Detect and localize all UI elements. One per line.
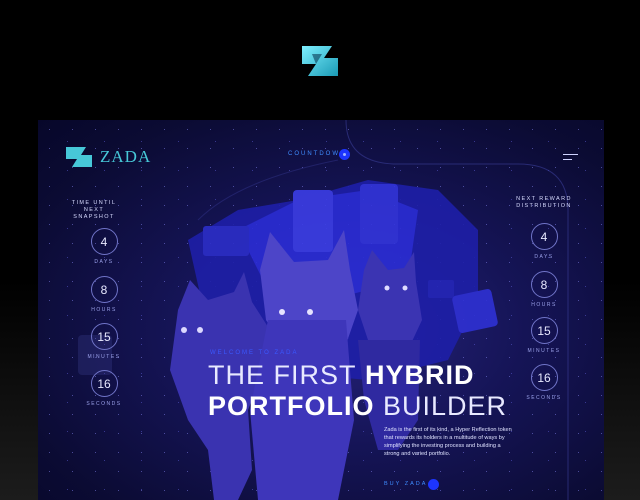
brand-name: ZADA: [100, 147, 152, 166]
right-timer-days: 4 DAYS: [516, 223, 572, 260]
timer-value: 4: [90, 228, 118, 255]
buy-zada-button[interactable]: [428, 479, 439, 490]
timer-value: 15: [90, 323, 118, 350]
hero-welcome: WELCOME TO ZADA: [210, 350, 299, 356]
hero-title-line-2: PORTFOLIO BUILDER: [208, 391, 507, 422]
left-timer-seconds: 16 SECONDS: [76, 370, 132, 407]
right-timer-hours: 8 HOURS: [516, 271, 572, 308]
brand-logo[interactable]: ZADA: [64, 145, 151, 169]
hero-title-bold: HYBRID: [365, 360, 475, 390]
right-timer-minutes: 15 MINUTES: [516, 317, 572, 354]
timer-value: 15: [530, 317, 558, 344]
hero-description: Zada is the first of its kind, a Hyper R…: [384, 427, 512, 457]
timer-value: 8: [90, 276, 118, 303]
hero-title-light: BUILDER: [383, 391, 508, 421]
hero-title-light: THE FIRST: [208, 360, 357, 390]
timer-label: HOURS: [91, 307, 117, 313]
zada-logo-icon: [302, 46, 338, 76]
timer-value: 8: [530, 271, 558, 298]
left-timer-days: 4 DAYS: [76, 228, 132, 265]
zada-mark-icon: [66, 147, 92, 167]
timer-label: MINUTES: [87, 354, 121, 360]
timer-label: HOURS: [531, 302, 557, 308]
hero-title-line-1: THE FIRST HYBRID: [208, 360, 475, 391]
hero-title-bold: PORTFOLIO: [208, 391, 375, 421]
right-panel-title: NEXT REWARD DISTRIBUTION: [516, 196, 572, 209]
left-panel-title: TIME UNTIL NEXT SNAPSHOT: [71, 200, 117, 220]
countdown-button[interactable]: [339, 149, 350, 160]
timer-value: 16: [530, 364, 558, 391]
timer-label: DAYS: [94, 259, 114, 265]
timer-label: DAYS: [534, 254, 554, 260]
website-frame: ZADA COUNTDOWN TIME UNTIL NEXT SNAPSHOT …: [38, 120, 604, 500]
buy-zada-link[interactable]: BUY ZADA: [384, 481, 427, 487]
nav-countdown-link[interactable]: COUNTDOWN: [288, 151, 346, 157]
menu-icon[interactable]: [563, 154, 578, 164]
left-timer-hours: 8 HOURS: [76, 276, 132, 313]
left-timer-minutes: 15 MINUTES: [76, 323, 132, 360]
timer-label: SECONDS: [86, 401, 122, 407]
timer-value: 16: [90, 370, 118, 397]
timer-label: SECONDS: [526, 395, 562, 401]
right-timer-seconds: 16 SECONDS: [516, 364, 572, 401]
timer-label: MINUTES: [527, 348, 561, 354]
timer-value: 4: [530, 223, 558, 250]
